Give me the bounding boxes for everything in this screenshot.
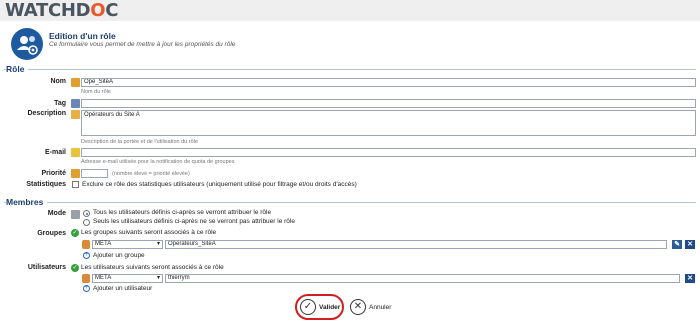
remove-user-button[interactable]: ✕ xyxy=(685,274,695,283)
add-group-plus-icon[interactable]: + xyxy=(83,252,90,259)
role-fieldset: Rôle xyxy=(4,64,696,74)
add-group-link[interactable]: Ajouter un groupe xyxy=(93,252,145,259)
logo-text-mid: O xyxy=(90,0,106,21)
user-name-input[interactable]: thierrym xyxy=(165,274,680,283)
mode-option-exclude: Seuls les utilisateurs définis ci-après … xyxy=(93,218,295,225)
group-domain-value: META xyxy=(95,241,112,247)
validate-icon-button[interactable]: ✓ xyxy=(300,299,316,315)
user-domain-select[interactable]: META ▾ xyxy=(92,274,163,283)
tag-list-icon xyxy=(71,99,80,108)
name-label: Nom xyxy=(50,78,66,85)
mode-radio-include[interactable] xyxy=(83,210,90,217)
priority-input[interactable] xyxy=(81,169,108,178)
groups-check-icon: ✓ xyxy=(71,229,79,237)
cancel-button[interactable]: Annuler xyxy=(369,304,391,311)
members-legend: Membres xyxy=(6,197,48,207)
mode-option-include: Tous les utilisateurs définis ci-après s… xyxy=(93,209,272,216)
people-settings-icon xyxy=(11,28,43,60)
priority-label: Priorité xyxy=(41,170,66,177)
watchdoc-logo: WATCHDOC xyxy=(5,0,119,21)
edit-group-button[interactable]: ✎ xyxy=(672,240,682,249)
mode-radio-exclude[interactable] xyxy=(83,219,90,226)
description-textarea[interactable]: Opérateurs du Site A xyxy=(81,110,696,136)
name-tag-icon xyxy=(71,78,80,87)
email-input[interactable] xyxy=(81,148,696,157)
logo-text-prefix: WATCHD xyxy=(5,0,91,21)
groups-description: Les groupes suivants seront associés à c… xyxy=(81,229,217,236)
group-name-input[interactable]: Operateurs_SiteA xyxy=(165,240,667,249)
chevron-down-icon: ▾ xyxy=(156,275,160,281)
tag-label: Tag xyxy=(54,100,66,107)
groups-label: Groupes xyxy=(37,230,66,237)
users-label: Utilisateurs xyxy=(27,264,66,271)
mode-label: Mode xyxy=(47,210,66,217)
group-domain-select[interactable]: META ▾ xyxy=(92,240,163,249)
statistics-checkbox[interactable] xyxy=(72,181,79,188)
page-subtitle: Ce formulaire vous permet de mettre à jo… xyxy=(49,41,236,48)
chevron-down-icon: ▾ xyxy=(156,241,160,247)
members-fieldset: Membres xyxy=(4,197,696,207)
name-input[interactable]: Ope_SiteA xyxy=(81,78,696,87)
name-hint: Nom du rôle xyxy=(81,89,111,95)
description-label: Description xyxy=(27,110,66,117)
tag-input[interactable] xyxy=(81,99,696,108)
description-folder-icon xyxy=(71,110,80,119)
page-title: Edition d'un rôle xyxy=(49,31,116,41)
validate-button[interactable]: Valider xyxy=(319,304,340,311)
email-label: E-mail xyxy=(44,149,66,156)
cancel-icon-button[interactable]: ✕ xyxy=(350,299,366,315)
email-icon xyxy=(71,148,80,157)
mode-pen-icon xyxy=(71,210,80,219)
statistics-checkbox-label: Exclure ce rôle des statistiques utilisa… xyxy=(82,181,357,188)
logo-text-suffix: C xyxy=(105,0,119,21)
role-legend: Rôle xyxy=(6,64,29,74)
email-hint: Adresse e-mail utilisée pour la notifica… xyxy=(81,159,235,165)
add-user-plus-icon[interactable]: + xyxy=(83,285,90,292)
priority-arrows-icon xyxy=(71,169,80,178)
add-user-link[interactable]: Ajouter un utilisateur xyxy=(93,285,152,292)
statistics-label: Statistiques xyxy=(26,181,66,188)
priority-hint: (nombre élevé = priorité élevée) xyxy=(112,171,190,177)
users-check-icon: ✓ xyxy=(71,264,79,272)
user-icon xyxy=(82,274,90,283)
group-icon xyxy=(82,240,90,249)
top-bar: WATCHDOC xyxy=(0,0,700,21)
users-description: Les utilisateurs suivants seront associé… xyxy=(81,264,224,271)
description-hint: Description de la portée et de l'utilisa… xyxy=(81,139,198,145)
user-domain-value: META xyxy=(95,275,112,281)
remove-group-button[interactable]: ✕ xyxy=(685,240,695,249)
